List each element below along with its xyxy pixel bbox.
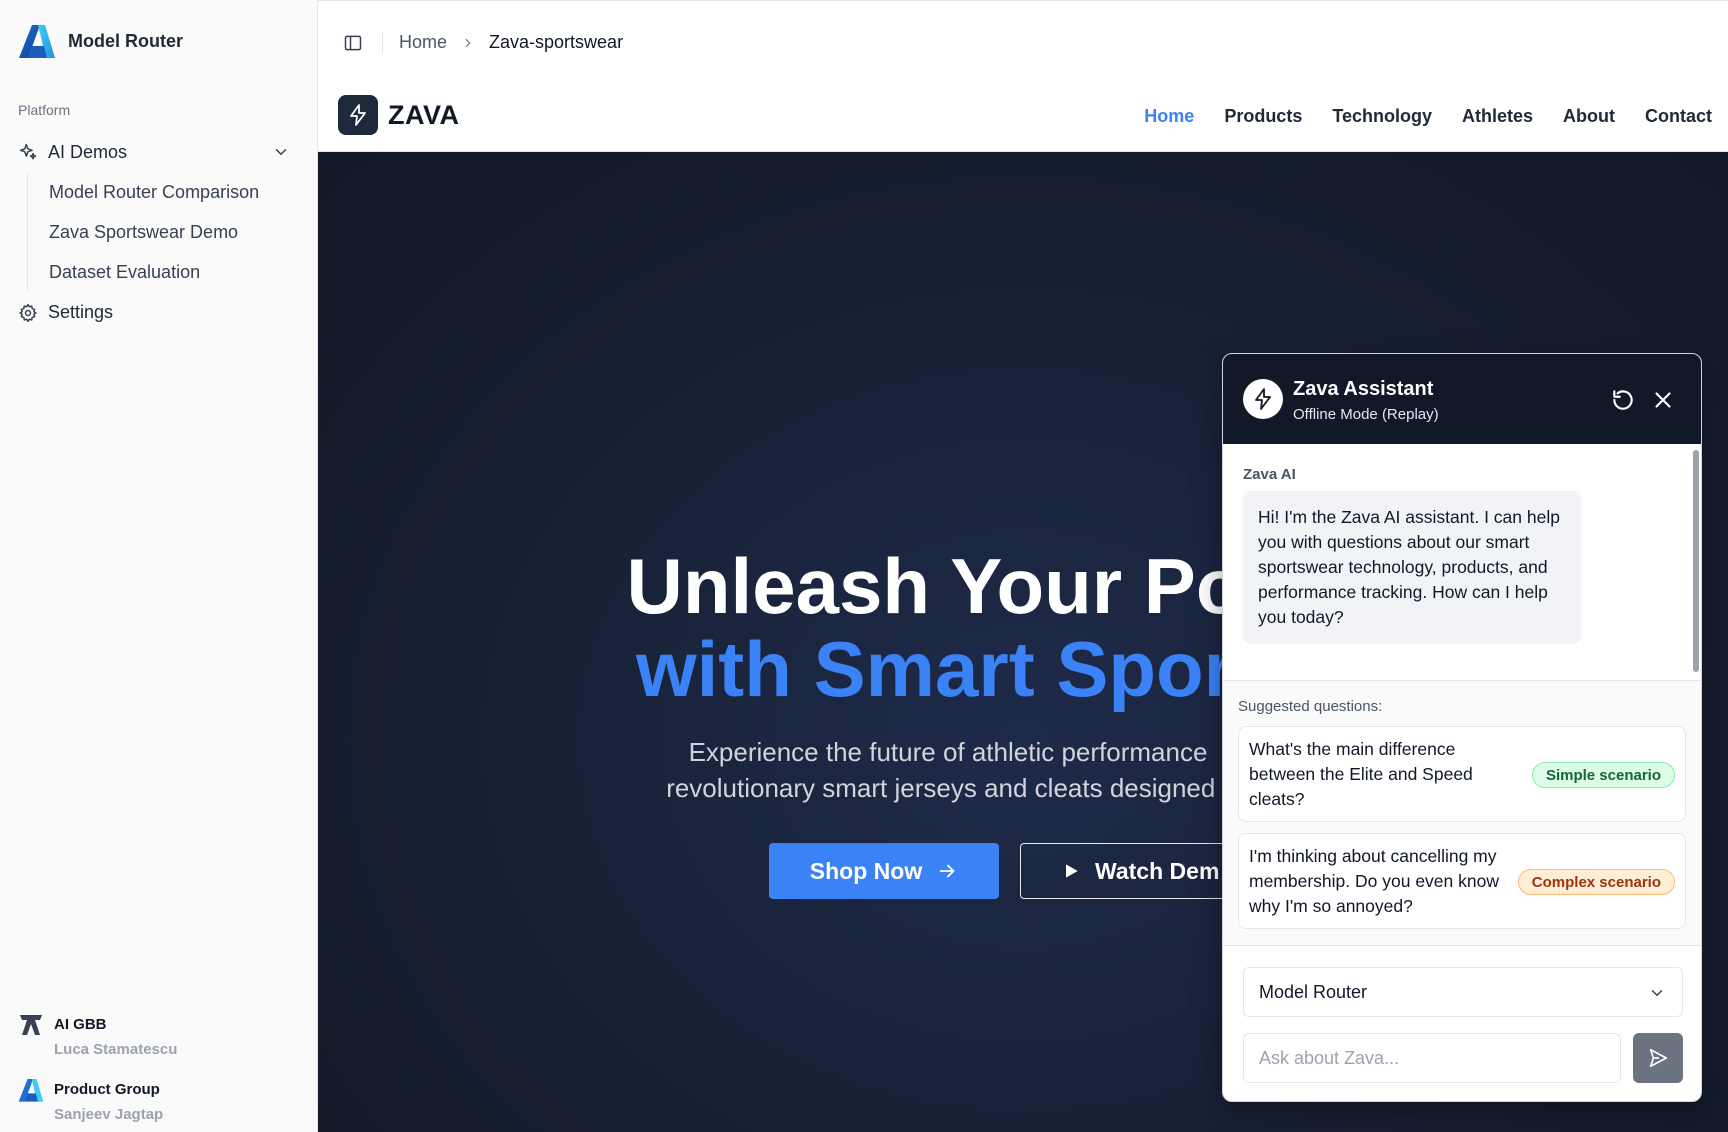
lightning-icon xyxy=(338,95,378,135)
breadcrumb-current: Zava-sportswear xyxy=(489,32,624,52)
panel-left-icon xyxy=(344,35,362,50)
lightning-icon xyxy=(1255,388,1271,410)
send-icon xyxy=(1649,1048,1668,1068)
chevron-right-icon xyxy=(465,38,471,47)
send-button[interactable] xyxy=(1633,1033,1683,1083)
sidebar-item-zava-sportswear-demo[interactable]: Zava Sportswear Demo xyxy=(28,212,297,252)
suggestion-text: What's the main difference between the E… xyxy=(1249,739,1473,809)
topbar: Home Zava-sportswear xyxy=(318,0,1728,84)
site-logo-text: ZAVA xyxy=(388,99,460,130)
arrow-right-icon xyxy=(939,864,955,878)
chat-scrollbar[interactable] xyxy=(1693,450,1699,672)
site-nav-home[interactable]: Home xyxy=(1144,106,1194,127)
chevron-down-icon[interactable] xyxy=(272,143,290,161)
nav-group-ai-demos[interactable]: AI Demos xyxy=(18,137,300,167)
scenario-badge: Complex scenario xyxy=(1517,869,1675,895)
section-label: Platform xyxy=(18,102,71,118)
azure-logo-icon xyxy=(18,1079,44,1102)
suggested-questions: Suggested questions: What's the main dif… xyxy=(1223,681,1701,946)
brand[interactable]: Model Router xyxy=(18,22,183,60)
chat-input[interactable] xyxy=(1243,1033,1621,1083)
sidebar-item-model-router-comparison[interactable]: Model Router Comparison xyxy=(28,172,297,212)
chevron-down-icon xyxy=(1651,990,1663,997)
suggestion-card[interactable]: I'm thinking about cancelling my members… xyxy=(1238,833,1686,929)
sparkles-icon xyxy=(19,143,37,160)
scenario-badge: Simple scenario xyxy=(1531,762,1675,788)
model-select[interactable]: Model Router xyxy=(1243,967,1683,1017)
sidebar-item-settings[interactable]: Settings xyxy=(18,302,113,323)
ribbon-logo-icon xyxy=(20,1015,42,1035)
shop-now-label: Shop Now xyxy=(809,857,923,884)
sidebar-item-dataset-evaluation[interactable]: Dataset Evaluation xyxy=(28,252,297,292)
chat-header: Zava Assistant Offline Mode (Replay) xyxy=(1223,354,1701,444)
chat-status: Offline Mode (Replay) xyxy=(1293,406,1439,423)
watch-demo-label: Watch Dem xyxy=(1095,857,1220,884)
close-icon[interactable] xyxy=(1650,387,1676,413)
chat-panel: Zava Assistant Offline Mode (Replay) Zav… xyxy=(1222,353,1702,1102)
model-select-value: Model Router xyxy=(1259,981,1368,1002)
message-sender: Zava AI xyxy=(1243,466,1296,483)
play-icon xyxy=(1066,864,1078,878)
gear-icon xyxy=(19,303,37,322)
sub-nav-list: Model Router Comparison Zava Sportswear … xyxy=(27,172,297,292)
user-card-product-group[interactable]: Product Group Sanjeev Jagtap xyxy=(18,1077,163,1123)
chat-messages: Zava AI Hi! I'm the Zava AI assistant. I… xyxy=(1223,444,1701,681)
site-navbar: ZAVA Home Products Technology Athletes A… xyxy=(318,84,1728,152)
suggested-label: Suggested questions: xyxy=(1238,698,1383,715)
site-nav-about[interactable]: About xyxy=(1563,106,1615,127)
suggestion-card[interactable]: What's the main difference between the E… xyxy=(1238,726,1686,822)
breadcrumb-home[interactable]: Home xyxy=(399,32,447,53)
chat-title: Zava Assistant xyxy=(1293,378,1434,400)
site-nav-contact[interactable]: Contact xyxy=(1645,106,1712,127)
site-nav-technology[interactable]: Technology xyxy=(1332,106,1432,127)
user-org: Product Group xyxy=(54,1081,160,1098)
breadcrumb: Home Zava-sportswear xyxy=(383,32,623,53)
assistant-message: Hi! I'm the Zava AI assistant. I can hel… xyxy=(1243,491,1581,644)
brand-name: Model Router xyxy=(68,30,183,51)
suggestion-text: I'm thinking about cancelling my members… xyxy=(1249,846,1499,916)
settings-label: Settings xyxy=(48,302,114,322)
site-nav-links: Home Products Technology Athletes About … xyxy=(1144,106,1712,127)
user-card-ai-gbb[interactable]: AI GBB Luca Stamatescu xyxy=(18,1012,177,1058)
site-logo[interactable]: ZAVA xyxy=(338,95,460,135)
nav-group-label: AI Demos xyxy=(48,141,128,162)
user-name: Luca Stamatescu xyxy=(54,1041,178,1058)
user-org: AI GBB xyxy=(54,1016,107,1033)
site-nav-products[interactable]: Products xyxy=(1224,106,1302,127)
shop-now-button[interactable]: Shop Now xyxy=(769,843,999,899)
sidebar-toggle-button[interactable] xyxy=(340,30,366,56)
sidebar: Model Router Platform AI Demos Model Rou… xyxy=(0,0,318,1132)
site-nav-athletes[interactable]: Athletes xyxy=(1462,106,1533,127)
chat-avatar xyxy=(1243,379,1283,419)
reset-icon[interactable] xyxy=(1610,387,1636,413)
user-name: Sanjeev Jagtap xyxy=(54,1106,164,1123)
azure-logo-icon xyxy=(19,25,55,58)
